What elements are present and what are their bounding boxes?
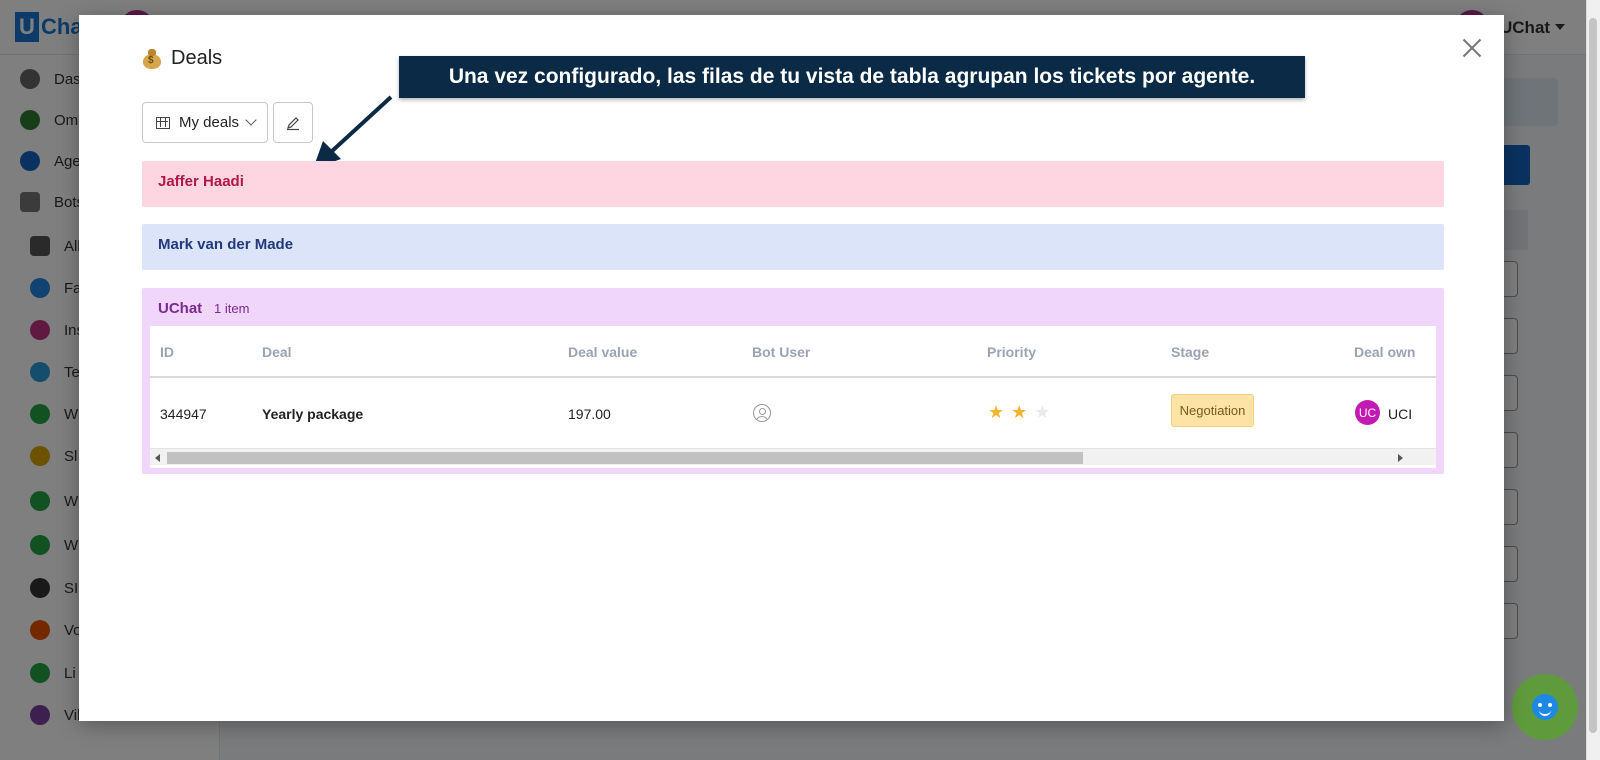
cell-deal-value: 197.00 [568,406,611,422]
view-selector-label: My deals [179,114,240,131]
table-grid-icon [156,116,170,129]
scroll-right-arrow-icon[interactable] [1398,454,1403,462]
group-jaffer-haadi[interactable]: Jaffer Haadi [142,161,1444,207]
horizontal-scrollbar-thumb[interactable] [167,452,1083,464]
group-item-count: 1 item [214,301,250,316]
pencil-icon [287,116,299,130]
column-header-id[interactable]: ID [160,344,174,360]
column-header-stage[interactable]: Stage [1171,344,1209,360]
column-header-bot-user[interactable]: Bot User [752,344,810,360]
deals-modal: $ Deals My deals Una vez configurado, la… [79,15,1504,721]
group-uchat: UChat 1 item ID Deal Deal value Bot User… [142,288,1444,474]
cell-owner-name: UCI [1388,406,1413,422]
cell-id: 344947 [160,406,207,422]
star-icon[interactable]: ★ [988,402,1011,422]
view-selector[interactable]: My deals [142,102,268,143]
close-icon[interactable] [1459,35,1485,61]
tutorial-callout: Una vez configurado, las filas de tu vis… [399,56,1305,98]
column-header-deal[interactable]: Deal [262,344,292,360]
modal-title: $ Deals [143,47,222,70]
cell-deal[interactable]: Yearly package [262,406,363,422]
edit-view-button[interactable] [273,102,313,143]
table-header-divider [150,376,1436,378]
group-name: Jaffer Haadi [158,173,244,190]
scroll-left-arrow-icon[interactable] [155,454,160,462]
star-icon[interactable]: ★ [1034,402,1057,422]
priority-stars[interactable]: ★★★ [988,402,1057,423]
chat-widget-button[interactable] [1512,674,1578,740]
group-mark-van-der-made[interactable]: Mark van der Made [142,224,1444,270]
modal-title-text: Deals [171,47,223,69]
owner-avatar: UC [1355,400,1380,425]
column-header-priority[interactable]: Priority [987,344,1036,360]
column-header-deal-value[interactable]: Deal value [568,344,637,360]
group-name[interactable]: UChat [158,300,202,317]
group-name: Mark van der Made [158,236,294,253]
star-icon[interactable]: ★ [1011,402,1034,422]
money-bag-icon: $ [143,48,161,69]
user-circle-icon[interactable] [753,404,771,422]
chat-smile-icon [1532,694,1558,720]
deals-table: ID Deal Deal value Bot User Priority Sta… [150,326,1436,468]
chevron-down-icon [245,114,257,126]
column-header-deal-owner[interactable]: Deal own [1354,344,1415,360]
table-horizontal-scrollbar[interactable] [150,448,1436,465]
page-scrollbar-thumb[interactable] [1589,18,1597,733]
stage-badge[interactable]: Negotiation [1171,394,1254,427]
